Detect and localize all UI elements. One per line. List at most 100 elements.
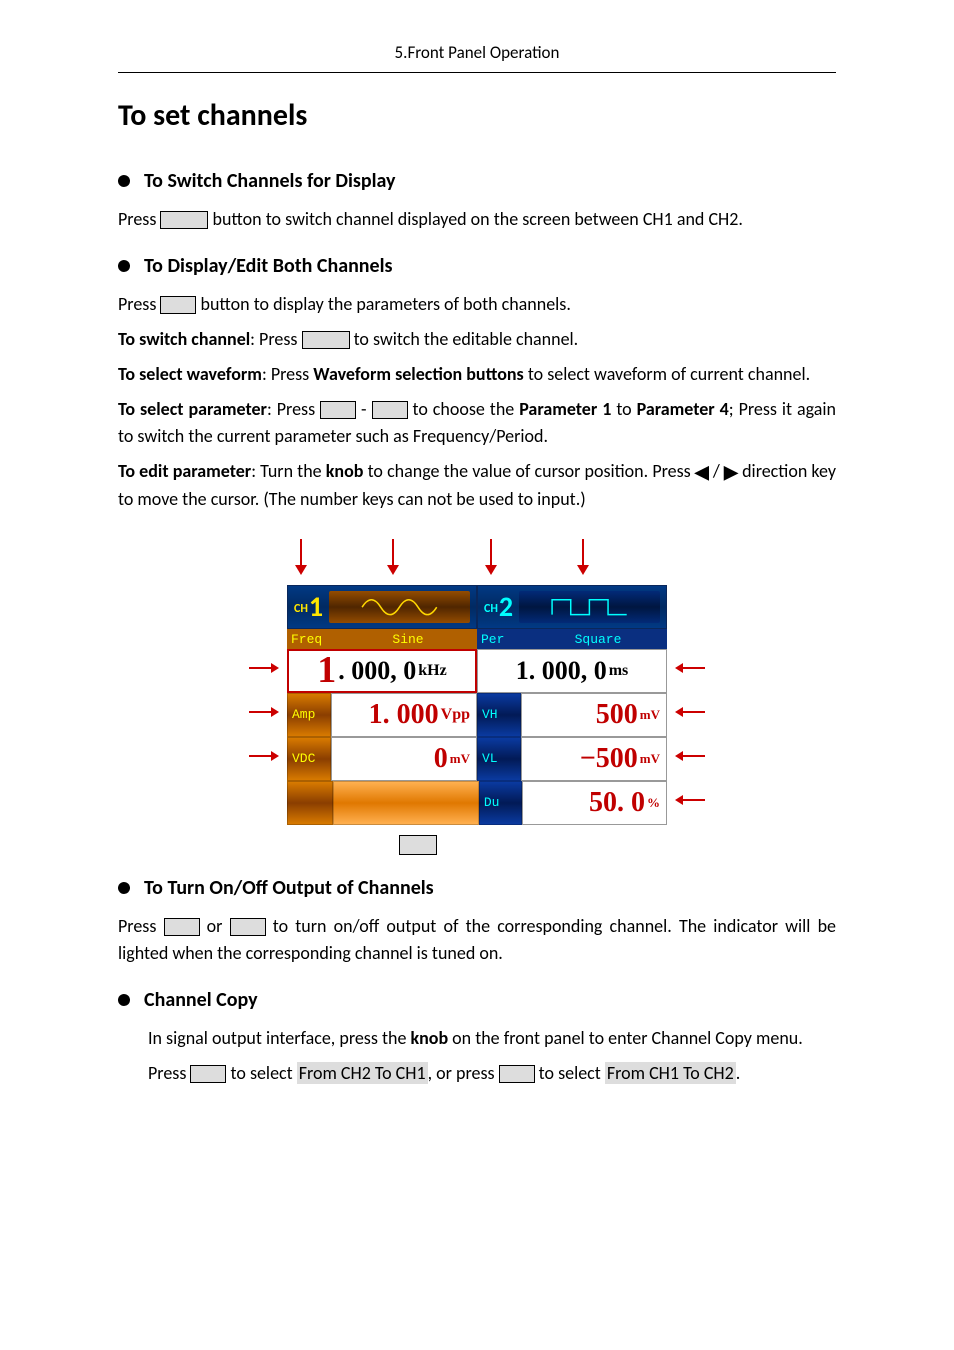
ch2-du-label: Du bbox=[479, 781, 523, 825]
arrow-right-icon bbox=[249, 707, 279, 717]
lcd-row-du: Du 50. 0% bbox=[287, 781, 667, 825]
text: to change the value of cursor position. … bbox=[363, 460, 694, 482]
paragraph: To edit parameter: Turn the knob to chan… bbox=[118, 458, 836, 513]
heading-text: To Turn On/Off Output of Channels bbox=[144, 873, 434, 903]
bullet-icon bbox=[118, 882, 130, 894]
button-placeholder bbox=[399, 835, 437, 855]
button-placeholder bbox=[372, 401, 408, 419]
text: : Press bbox=[267, 398, 320, 420]
paragraph: To switch channel: Press to switch the e… bbox=[118, 326, 836, 353]
arrow-left-icon bbox=[675, 663, 705, 673]
ch2-vl-label: VL bbox=[477, 737, 521, 781]
square-icon bbox=[526, 596, 653, 618]
arrow-right-icon bbox=[249, 751, 279, 761]
text: on the front panel to enter Channel Copy… bbox=[448, 1027, 803, 1049]
ch1-badge: CH1 bbox=[294, 596, 323, 618]
section-heading-switch: To Switch Channels for Display bbox=[118, 166, 836, 196]
arrow-down-icon bbox=[387, 539, 399, 575]
lcd-row-amp: Amp 1. 000Vpp VH 500mV bbox=[287, 693, 667, 737]
text-highlight: From CH2 To CH1 bbox=[297, 1062, 428, 1084]
digit-cursor: 1 bbox=[317, 657, 336, 684]
text: 50. 0 bbox=[589, 782, 645, 824]
lcd-figure: CH1 CH2 Freq Sine bbox=[257, 539, 697, 855]
text-bold: To select waveform bbox=[118, 363, 262, 385]
ch2-wave-name: Square bbox=[529, 629, 667, 649]
lcd-screen: CH1 CH2 Freq Sine bbox=[287, 585, 667, 825]
bullet-icon bbox=[118, 260, 130, 272]
button-placeholder bbox=[320, 401, 356, 419]
arrow-left-icon: ◀ bbox=[695, 461, 709, 483]
ch1-freq-value: 1. 000, 0kHz bbox=[287, 649, 477, 693]
unit: ms bbox=[609, 659, 629, 683]
text: to choose the bbox=[408, 398, 520, 420]
unit: Vpp bbox=[441, 703, 470, 727]
text: to bbox=[611, 398, 636, 420]
paragraph: In signal output interface, press the kn… bbox=[148, 1025, 836, 1052]
text: Press bbox=[148, 1062, 190, 1084]
paragraph: Press button to display the parameters o… bbox=[118, 291, 836, 318]
paragraph: Press button to switch channel displayed… bbox=[118, 206, 836, 233]
section-heading-copy: Channel Copy bbox=[118, 985, 836, 1015]
empty-cell bbox=[287, 781, 333, 825]
text-bold: To select parameter bbox=[118, 398, 267, 420]
text: 0 bbox=[434, 738, 448, 780]
unit: kHz bbox=[418, 659, 446, 683]
lcd-row-vdc: VDC 0mV VL −500mV bbox=[287, 737, 667, 781]
lcd-header-row: CH1 CH2 bbox=[287, 585, 667, 629]
text: : Press bbox=[250, 328, 301, 350]
sine-icon bbox=[336, 596, 463, 618]
unit: mV bbox=[450, 749, 470, 769]
text-bold: To switch channel bbox=[118, 328, 250, 350]
text: . 000, 0 bbox=[338, 651, 416, 690]
arrow-right-icon: ▶ bbox=[724, 461, 738, 483]
text: Press bbox=[118, 915, 164, 937]
arrow-left-icon bbox=[675, 707, 705, 717]
text-bold: Parameter 4 bbox=[637, 398, 729, 420]
text: - bbox=[356, 398, 371, 420]
text: 1. 000, 0 bbox=[516, 651, 607, 690]
text: . bbox=[736, 1062, 741, 1084]
lcd-row-freq: 1. 000, 0kHz 1. 000, 0ms bbox=[287, 649, 667, 693]
text-bold: Parameter 1 bbox=[519, 398, 611, 420]
text: 500 bbox=[596, 694, 638, 736]
ch2-vl-value: −500mV bbox=[521, 737, 667, 781]
divider bbox=[118, 72, 836, 73]
text: to switch the editable channel. bbox=[350, 328, 579, 350]
text: / bbox=[709, 460, 724, 482]
arrow-right-icon bbox=[249, 663, 279, 673]
paragraph: Press to select From CH2 To CH1, or pres… bbox=[148, 1060, 836, 1087]
arrow-down-icon bbox=[485, 539, 497, 575]
text-bold: To edit parameter bbox=[118, 460, 251, 482]
ch2-per-value: 1. 000, 0ms bbox=[477, 649, 667, 693]
text: −500 bbox=[580, 738, 638, 780]
ch1-wave-name: Sine bbox=[339, 629, 477, 649]
unit: mV bbox=[640, 749, 660, 769]
ch2-vh-label: VH bbox=[477, 693, 521, 737]
text: : Press bbox=[262, 363, 313, 385]
text-bold: knob bbox=[326, 460, 364, 482]
ch1-vdc-value: 0mV bbox=[331, 737, 477, 781]
arrow-down-icon bbox=[577, 539, 589, 575]
ch2-wave-preview bbox=[519, 591, 660, 623]
heading-text: To Switch Channels for Display bbox=[144, 166, 396, 196]
section-heading-output: To Turn On/Off Output of Channels bbox=[118, 873, 836, 903]
ch2-per-label: Per bbox=[477, 629, 529, 649]
text: button to switch channel displayed on th… bbox=[208, 208, 742, 230]
button-placeholder bbox=[160, 211, 208, 229]
arrow-down-icon bbox=[295, 539, 307, 575]
ch1-amp-label: Amp bbox=[287, 693, 331, 737]
text: or bbox=[200, 915, 230, 937]
text: 1. 000 bbox=[369, 694, 439, 736]
text: Press bbox=[118, 208, 160, 230]
text: to select bbox=[226, 1062, 296, 1084]
ch1-header: CH1 bbox=[287, 585, 477, 629]
text-highlight: From CH1 To CH2 bbox=[605, 1062, 736, 1084]
ch2-badge: CH2 bbox=[484, 596, 513, 618]
text: to select bbox=[535, 1062, 605, 1084]
button-placeholder bbox=[190, 1065, 226, 1083]
text: Press bbox=[118, 293, 160, 315]
paragraph: To select parameter: Press - to choose t… bbox=[118, 396, 836, 450]
empty-cell bbox=[333, 781, 479, 825]
ch2-header: CH2 bbox=[477, 585, 667, 629]
ch2-du-value: 50. 0% bbox=[522, 781, 667, 825]
